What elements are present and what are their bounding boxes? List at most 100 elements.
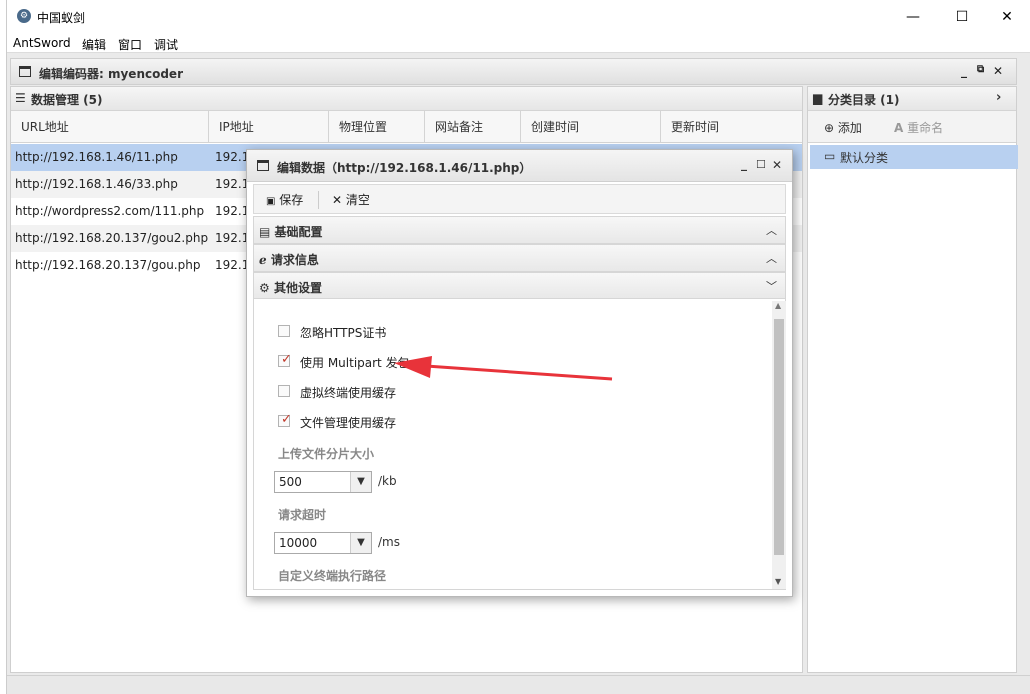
file-icon: ▤: [259, 225, 271, 239]
folder-outline-icon: ▭: [824, 149, 836, 163]
window-icon: [257, 160, 269, 171]
category-toolbar: ⊕ 添加 A 重命名: [808, 111, 1016, 143]
section-basic-config[interactable]: ▤ 基础配置 ︿: [253, 216, 786, 244]
section-label: 请求信息: [270, 253, 319, 267]
panel-close-button[interactable]: ✕: [993, 64, 1003, 78]
chevron-down-icon: ▼: [350, 533, 371, 553]
menu-edit[interactable]: 编辑: [82, 36, 106, 53]
scrollbar[interactable]: ▲ ▼: [772, 301, 786, 589]
chevron-right-icon[interactable]: ›: [996, 90, 1001, 105]
row-ip: 192.1: [215, 204, 250, 218]
font-icon: A: [894, 121, 904, 135]
section-request-info[interactable]: ℯ 请求信息 ︿: [253, 244, 786, 272]
status-bar: [7, 675, 1030, 694]
dialog-minimize-button[interactable]: _: [741, 157, 747, 171]
section-label: 基础配置: [274, 225, 323, 239]
encoder-panel-header: 编辑编码器: myencoder _ ⧉ ✕: [10, 58, 1017, 85]
upload-chunk-value: 500: [279, 475, 302, 489]
arrow-head: [394, 356, 432, 378]
column-ip[interactable]: IP地址: [209, 111, 329, 143]
category-label: 默认分类: [840, 151, 889, 165]
arrow-shaft: [425, 364, 613, 381]
menu-window[interactable]: 窗口: [118, 36, 142, 53]
column-updated[interactable]: 更新时间: [661, 111, 802, 143]
upload-chunk-label: 上传文件分片大小: [278, 447, 375, 461]
menu-debug[interactable]: 调试: [154, 36, 178, 53]
category-item-default[interactable]: ▭ 默认分类: [810, 145, 1018, 169]
folder-icon: ▆: [813, 91, 823, 105]
terminal-path-label: 自定义终端执行路径: [278, 569, 387, 583]
rename-label: 重命名: [907, 121, 944, 135]
close-window-button[interactable]: ✕: [989, 4, 1025, 30]
scroll-thumb[interactable]: [774, 319, 784, 555]
toolbar-divider: [318, 191, 319, 209]
checkmark-icon: ✓: [281, 352, 292, 367]
panel-title: 编辑编码器: myencoder: [39, 67, 183, 81]
row-url: http://192.168.20.137/gou.php: [15, 258, 201, 272]
antsword-logo-icon: ⚙: [17, 9, 31, 23]
option-label: 文件管理使用缓存: [300, 416, 397, 430]
scroll-up-icon[interactable]: ▲: [775, 301, 781, 310]
rename-category-button[interactable]: A 重命名: [894, 119, 943, 136]
upload-chunk-select[interactable]: 500 ▼: [274, 471, 372, 493]
background-window-edge: [0, 0, 7, 694]
dialog-close-button[interactable]: ✕: [772, 158, 782, 172]
checkbox[interactable]: ✓: [278, 352, 292, 367]
timeout-value: 10000: [279, 536, 318, 550]
checkbox[interactable]: ✓: [278, 412, 292, 427]
data-manager-title: 数据管理 (5): [31, 93, 103, 107]
window-title: 中国蚁剑: [37, 11, 86, 25]
column-url[interactable]: URL地址: [11, 111, 209, 143]
panel-restore-button[interactable]: ⧉: [977, 64, 984, 75]
column-created[interactable]: 创建时间: [521, 111, 661, 143]
chevron-up-icon: ︿: [766, 252, 777, 265]
add-label: 添加: [837, 121, 862, 135]
save-button[interactable]: ▣ 保存: [266, 191, 303, 208]
ie-icon: ℯ: [259, 253, 267, 267]
dialog-toolbar: ▣ 保存 ✕ 清空: [253, 184, 786, 214]
menu-antsword[interactable]: AntSword: [13, 36, 71, 50]
category-header: ▆ 分类目录 (1) ›: [808, 87, 1016, 111]
category-title: 分类目录 (1): [828, 93, 900, 107]
checkbox[interactable]: [278, 385, 290, 397]
column-note[interactable]: 网站备注: [425, 111, 521, 143]
menu-bar: AntSword 编辑 窗口 调试: [7, 33, 1030, 53]
option-label: 虚拟终端使用缓存: [300, 386, 397, 400]
row-url: http://192.168.20.137/gou2.php: [15, 231, 209, 245]
section-basic-config-label: ▤ 基础配置: [259, 223, 323, 240]
timeout-select[interactable]: 10000 ▼: [274, 532, 372, 554]
dialog-title: 编辑数据（http://192.168.1.46/11.php）: [277, 161, 532, 175]
save-label: 保存: [279, 193, 304, 207]
chevron-down-icon: ﹀: [766, 280, 777, 293]
list-icon: ☰: [15, 91, 26, 105]
scroll-down-icon[interactable]: ▼: [775, 577, 781, 586]
data-manager-header: ☰ 数据管理 (5): [11, 87, 802, 111]
timeout-label: 请求超时: [278, 508, 327, 522]
row-url: http://192.168.1.46/33.php: [15, 177, 178, 191]
chevron-up-icon: ︿: [766, 224, 777, 237]
add-category-button[interactable]: ⊕ 添加: [824, 119, 862, 136]
window-icon: [19, 66, 31, 77]
column-location[interactable]: 物理位置: [329, 111, 425, 143]
maximize-button[interactable]: ☐: [944, 4, 980, 30]
clear-button[interactable]: ✕ 清空: [332, 191, 370, 208]
dialog-header: 编辑数据（http://192.168.1.46/11.php） _ ☐ ✕: [247, 150, 792, 182]
gears-icon: ⚙: [259, 281, 270, 295]
row-ip: 192.1: [215, 150, 250, 164]
row-url: http://192.168.1.46/11.php: [15, 150, 178, 164]
timeout-unit: /ms: [378, 535, 400, 549]
option-label: 忽略HTTPS证书: [300, 326, 387, 340]
row-ip: 192.1: [215, 258, 250, 272]
panel-minimize-button[interactable]: _: [961, 64, 967, 78]
section-other-settings[interactable]: ⚙ 其他设置 ﹀: [253, 272, 786, 300]
section-other-settings-label: ⚙ 其他设置: [259, 279, 322, 296]
dialog-maximize-button[interactable]: ☐: [756, 158, 766, 171]
row-ip: 192.1: [215, 177, 250, 191]
x-icon: ✕: [332, 193, 343, 207]
grid-column-headers: URL地址 IP地址 物理位置 网站备注 创建时间 更新时间: [11, 111, 802, 143]
row-url: http://wordpress2.com/111.php: [15, 204, 205, 218]
title-bar: ⚙ 中国蚁剑 — ☐ ✕: [7, 0, 1030, 33]
section-label: 其他设置: [273, 281, 322, 295]
checkbox[interactable]: [278, 325, 290, 337]
minimize-button[interactable]: —: [895, 4, 931, 30]
